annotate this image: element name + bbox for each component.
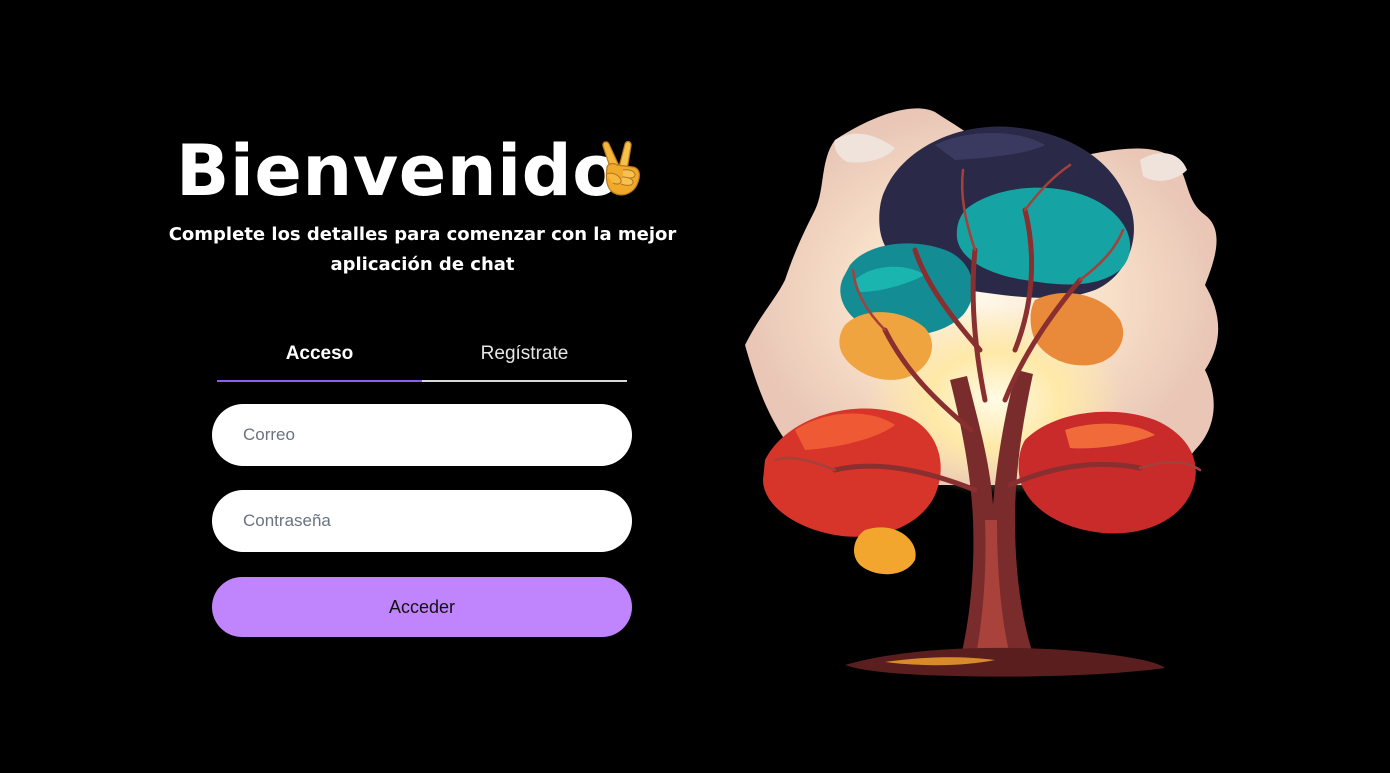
- page-subtitle: Complete los detalles para comenzar con …: [168, 224, 677, 275]
- tab-login[interactable]: Acceso: [217, 328, 422, 382]
- login-button[interactable]: Acceder: [212, 577, 632, 637]
- auth-tabs: Acceso Regístrate: [217, 328, 627, 384]
- login-panel: Bienvenido Complete los detalles para co…: [0, 0, 845, 773]
- page-title: Bienvenido: [176, 130, 621, 212]
- password-field[interactable]: [212, 490, 632, 552]
- email-field[interactable]: [212, 404, 632, 466]
- tab-register[interactable]: Regístrate: [422, 328, 627, 382]
- welcome-header: Bienvenido: [0, 126, 845, 222]
- victory-hand-icon: [602, 140, 640, 196]
- tree-illustration: [745, 108, 1219, 677]
